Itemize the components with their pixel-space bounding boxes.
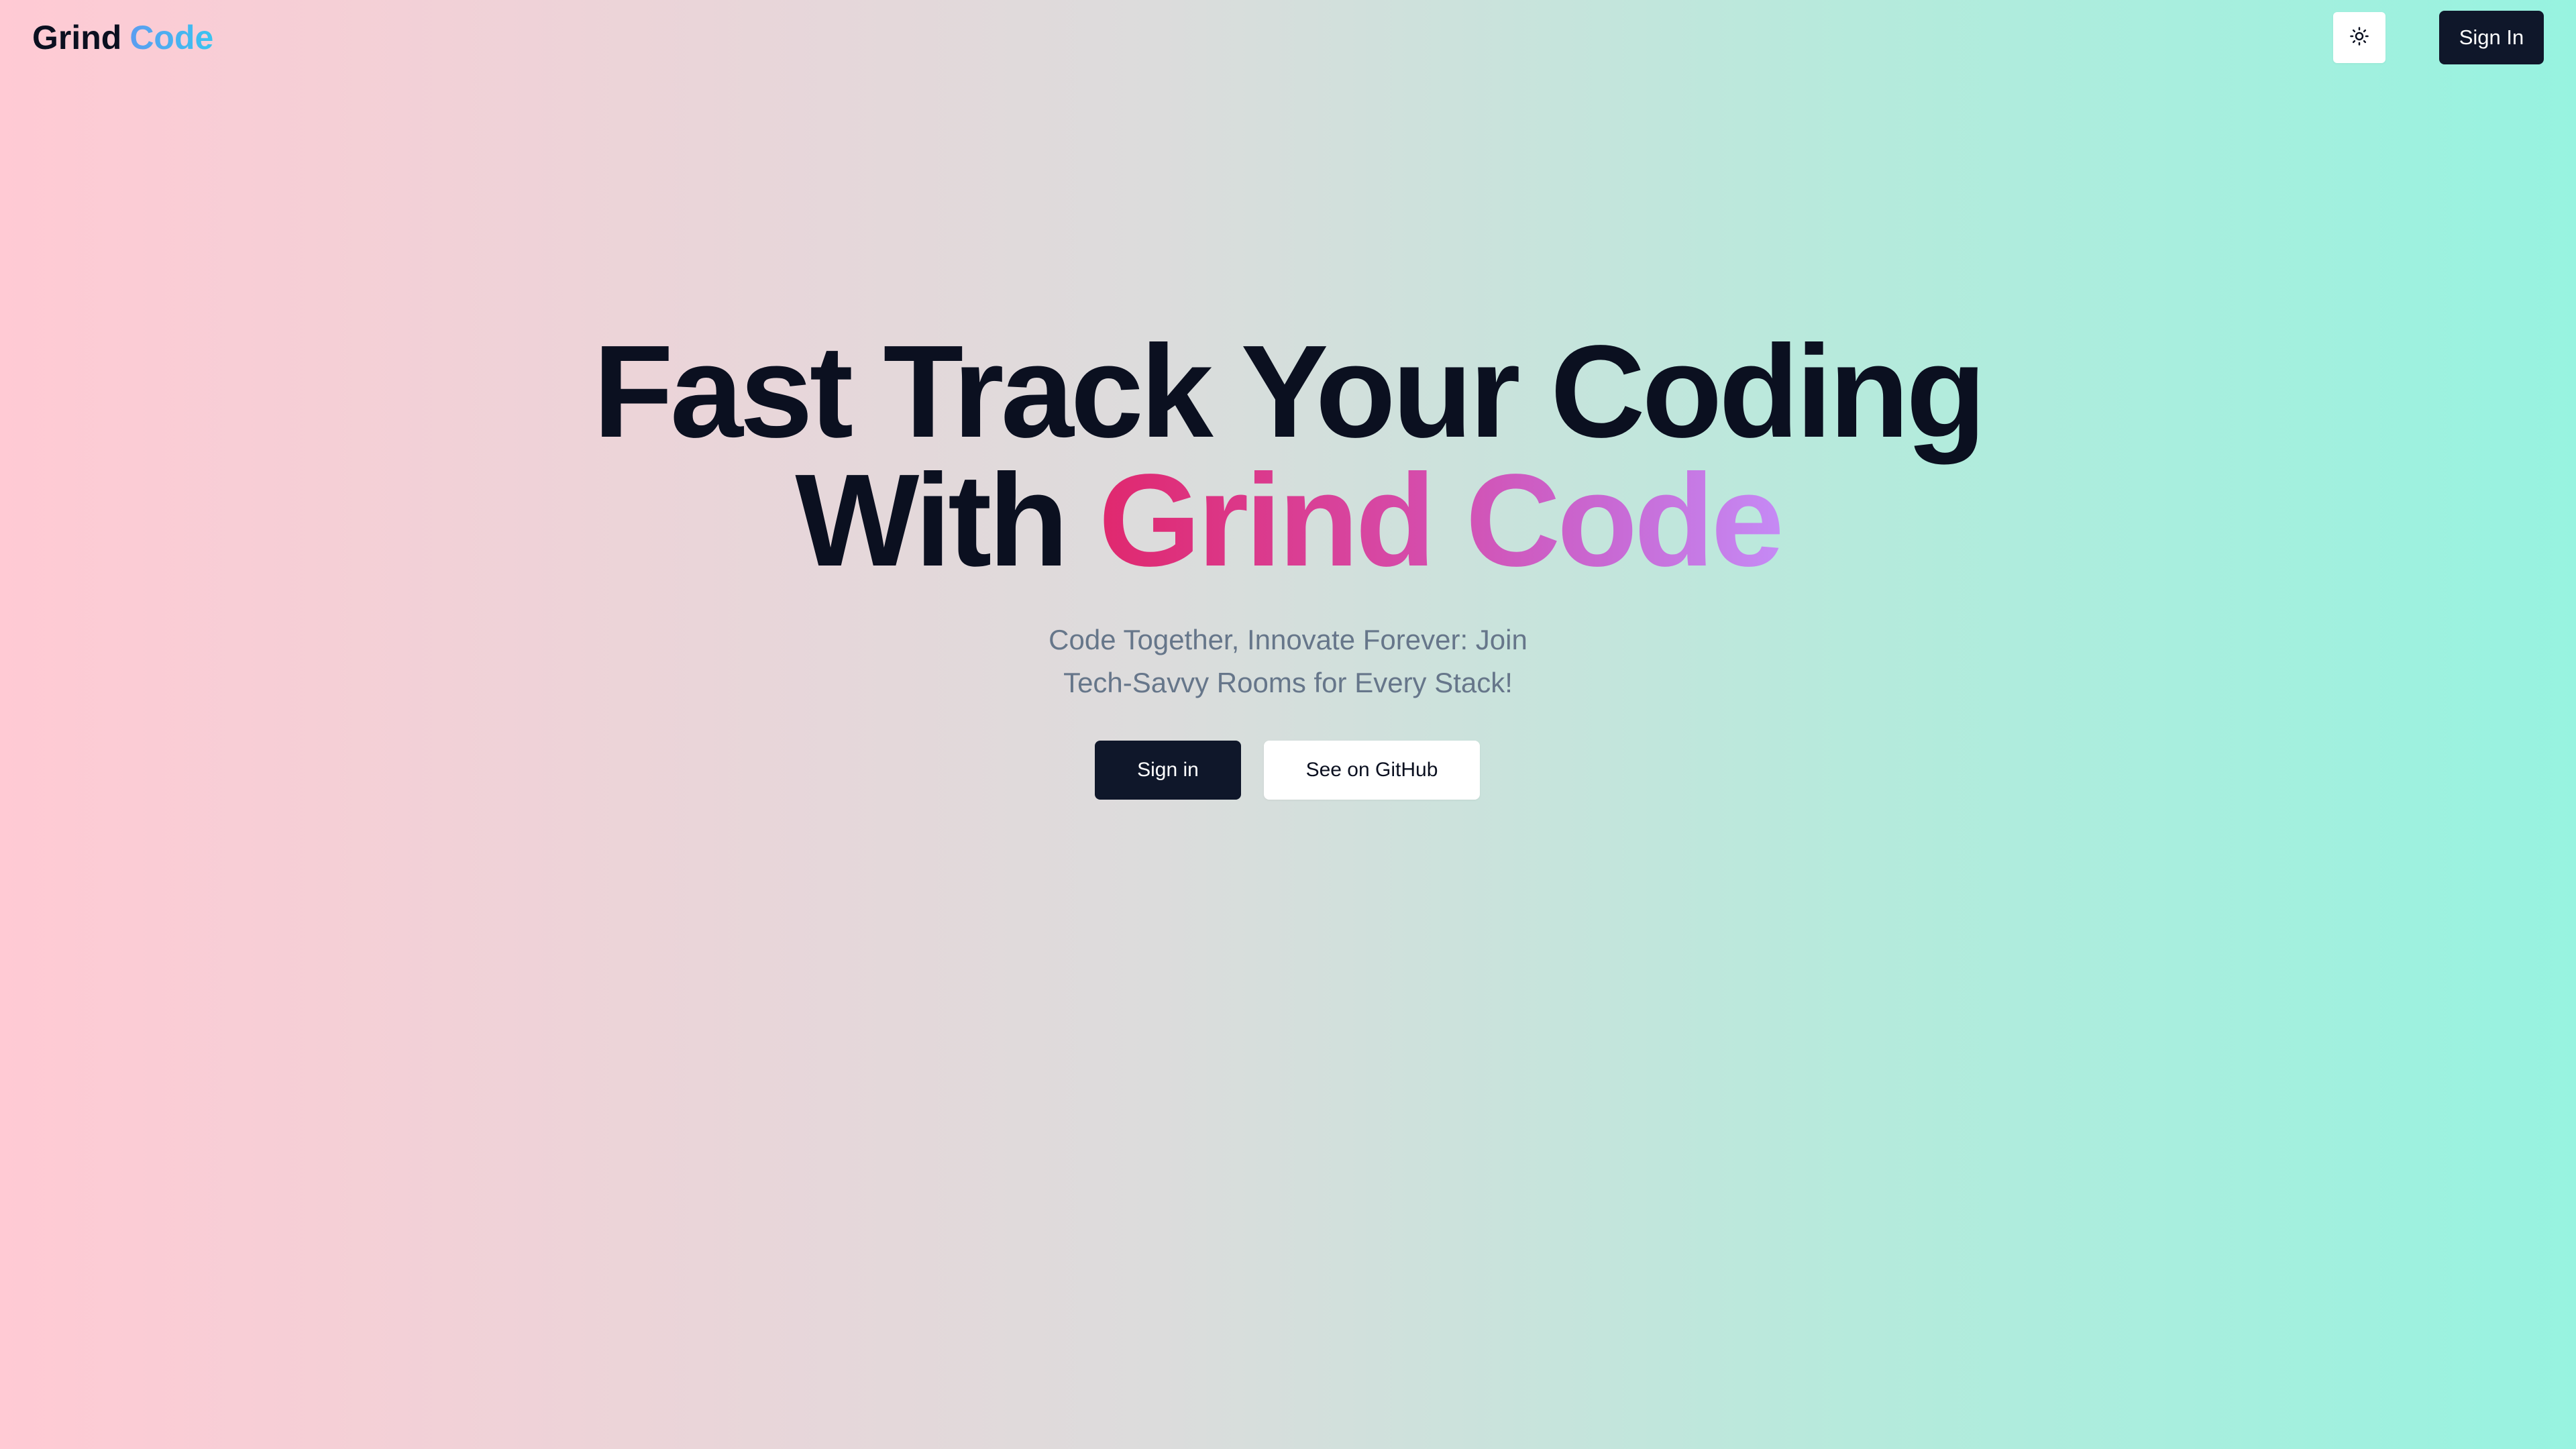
hero-title-line-1: Fast Track Your Coding xyxy=(593,318,1986,465)
hero-title: Fast Track Your Coding With Grind Code xyxy=(0,318,2576,586)
theme-toggle-button[interactable] xyxy=(2333,12,2385,63)
hero-title-line-2: With Grind Code xyxy=(0,455,2576,586)
hero-subtitle: Code Together, Innovate Forever: Join Te… xyxy=(0,619,2576,704)
github-button[interactable]: See on GitHub xyxy=(1264,741,1480,800)
header-sign-in-button[interactable]: Sign In xyxy=(2439,11,2544,64)
cta-buttons: Sign in See on GitHub xyxy=(1095,741,1480,800)
logo-text-grind: Grind xyxy=(32,19,122,56)
hero-title-prefix: With xyxy=(795,447,1069,594)
sun-icon xyxy=(2349,26,2369,50)
hero-subtitle-line-2: Tech-Savvy Rooms for Every Stack! xyxy=(1063,667,1513,698)
sign-in-button[interactable]: Sign in xyxy=(1095,741,1241,800)
top-navbar: Grind Code Sign In xyxy=(0,0,2576,75)
logo-text-code: Code xyxy=(129,19,214,56)
hero-subtitle-line-1: Code Together, Innovate Forever: Join xyxy=(1049,624,1527,655)
hero-title-accent: Grind Code xyxy=(1098,447,1784,594)
logo[interactable]: Grind Code xyxy=(32,15,213,60)
